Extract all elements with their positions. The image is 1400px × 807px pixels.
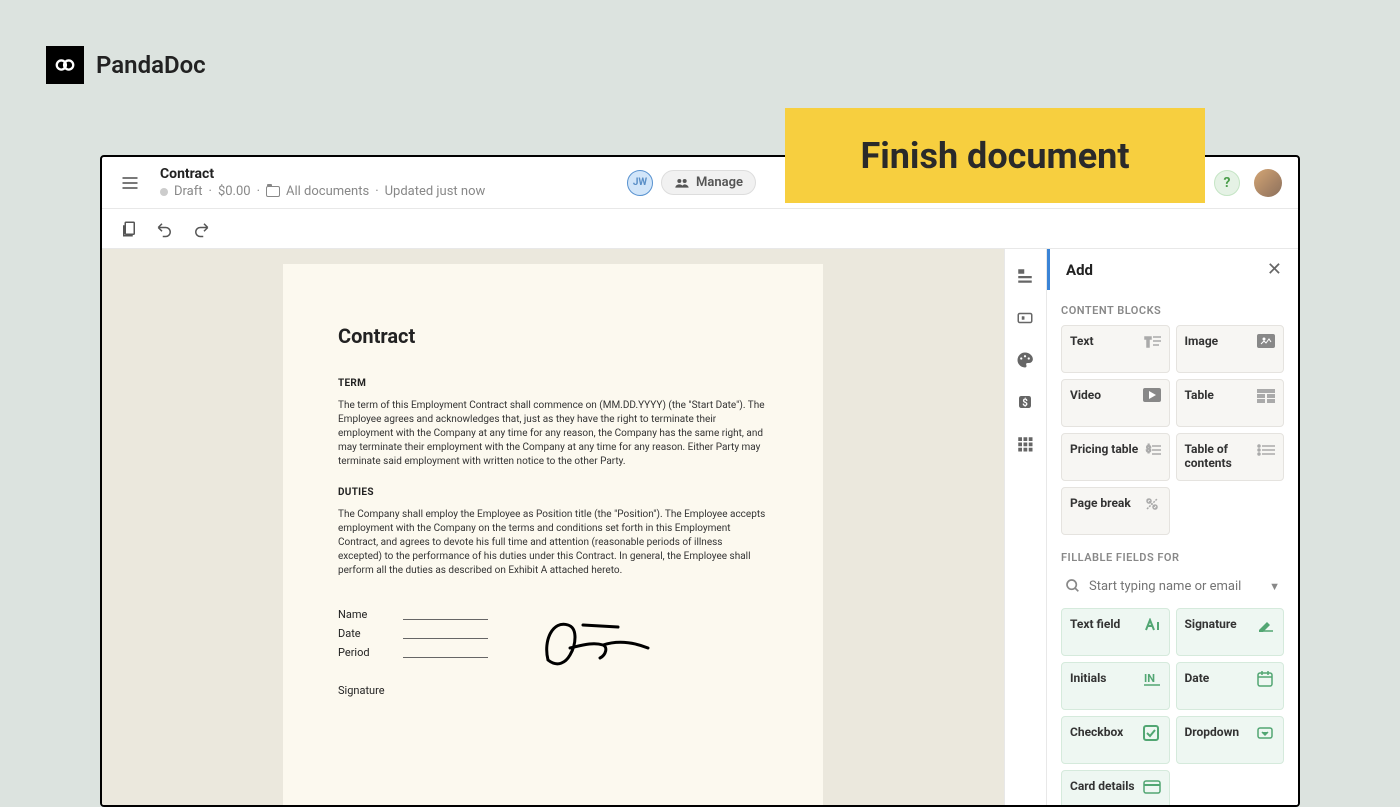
dropdown-icon [1257, 725, 1275, 741]
undo-button[interactable] [154, 218, 176, 240]
close-panel-button[interactable]: ✕ [1267, 259, 1282, 280]
folder-name: All documents [286, 184, 369, 199]
credit-card-icon [1143, 779, 1161, 795]
help-button[interactable]: ? [1214, 170, 1240, 196]
handwritten-signature-icon [528, 600, 668, 680]
redo-button[interactable] [190, 218, 212, 240]
document-amount: $0.00 [218, 184, 251, 199]
page-heading: Contract [338, 324, 768, 348]
field-signature[interactable]: Signature [1176, 608, 1285, 656]
field-dropdown[interactable]: Dropdown [1176, 716, 1285, 764]
recipient-search-input[interactable] [1089, 579, 1261, 594]
panel-header: Add ✕ [1047, 249, 1298, 290]
add-panel: Add ✕ CONTENT BLOCKS Text Image Video [1046, 249, 1298, 805]
brand-name: PandaDoc [96, 51, 206, 79]
page-break-icon [1143, 496, 1161, 510]
logo-mark-icon [46, 46, 84, 84]
signature-area: Name Date Period Signature [338, 608, 768, 697]
folder-icon [266, 186, 280, 197]
field-initials[interactable]: Initials IN [1061, 662, 1170, 710]
variables-tab-icon[interactable] [1016, 309, 1036, 329]
content-tab-icon[interactable] [1016, 267, 1036, 287]
svg-text:$: $ [1146, 444, 1151, 455]
block-pricing-table[interactable]: Pricing table $ [1061, 433, 1170, 481]
field-period-label: Period [338, 646, 403, 659]
block-page-break[interactable]: Page break [1061, 487, 1170, 535]
toc-icon [1257, 442, 1275, 456]
chevron-down-icon[interactable]: ▼ [1269, 580, 1280, 593]
checkbox-icon [1143, 725, 1161, 741]
block-image[interactable]: Image [1176, 325, 1285, 373]
pricing-table-icon: $ [1143, 442, 1161, 456]
section-title: TERM [338, 378, 768, 389]
period-input-line[interactable] [403, 646, 488, 658]
svg-text:$: $ [1022, 398, 1028, 409]
signature-icon [1257, 617, 1275, 633]
side-rail: $ [1004, 249, 1046, 805]
search-icon [1065, 578, 1081, 594]
design-tab-icon[interactable] [1016, 351, 1036, 371]
initials-icon: IN [1143, 671, 1161, 687]
field-text[interactable]: Text field [1061, 608, 1170, 656]
field-date-label: Date [338, 627, 403, 640]
block-text[interactable]: Text [1061, 325, 1170, 373]
text-field-icon [1143, 617, 1161, 633]
document-page: Contract TERM The term of this Employmen… [283, 264, 823, 805]
manage-label: Manage [696, 175, 743, 190]
block-toc[interactable]: Table of contents [1176, 433, 1285, 481]
document-meta: Draft · $0.00 · All documents · Updated … [160, 184, 627, 199]
calendar-icon [1257, 671, 1275, 687]
date-input-line[interactable] [403, 627, 488, 639]
section-body: The Company shall employ the Employee as… [338, 508, 768, 578]
collaborator-avatar[interactable]: JW [627, 170, 653, 196]
image-block-icon [1257, 334, 1275, 348]
pricing-tab-icon[interactable]: $ [1016, 393, 1036, 413]
pages-icon[interactable] [118, 218, 140, 240]
brand-logo: PandaDoc [46, 46, 206, 84]
field-name-label: Name [338, 608, 403, 621]
finish-document-banner: Finish document [785, 108, 1205, 203]
field-checkbox[interactable]: Checkbox [1061, 716, 1170, 764]
fillable-fields-header: FILLABLE FIELDS FOR [1061, 551, 1284, 564]
document-title: Contract [160, 166, 627, 182]
block-table[interactable]: Table [1176, 379, 1285, 427]
manage-button[interactable]: Manage [661, 170, 756, 195]
field-card-details[interactable]: Card details [1061, 770, 1170, 805]
video-block-icon [1143, 388, 1161, 402]
document-canvas[interactable]: Contract TERM The term of this Employmen… [102, 249, 1004, 805]
content-blocks-header: CONTENT BLOCKS [1061, 304, 1284, 317]
updated-time: Updated just now [385, 184, 486, 199]
block-video[interactable]: Video [1061, 379, 1170, 427]
toolbar [102, 209, 1298, 249]
document-info: Contract Draft · $0.00 · All documents ·… [160, 166, 627, 199]
status-indicator-icon [160, 188, 168, 196]
table-block-icon [1257, 388, 1275, 402]
app-window: Contract Draft · $0.00 · All documents ·… [100, 155, 1300, 807]
text-block-icon [1143, 334, 1161, 348]
name-input-line[interactable] [403, 608, 488, 620]
people-icon [674, 177, 690, 189]
panel-title: Add [1066, 261, 1093, 279]
field-signature-label: Signature [338, 684, 518, 697]
field-date[interactable]: Date [1176, 662, 1285, 710]
section-title: DUTIES [338, 487, 768, 498]
svg-text:IN: IN [1144, 672, 1155, 685]
editor-body: Contract TERM The term of this Employmen… [102, 249, 1298, 805]
section-body: The term of this Employment Contract sha… [338, 399, 768, 469]
document-status: Draft [174, 184, 203, 199]
user-avatar[interactable] [1254, 169, 1282, 197]
hamburger-menu-button[interactable] [118, 171, 142, 195]
recipient-search[interactable]: ▼ [1061, 572, 1284, 600]
apps-tab-icon[interactable] [1016, 435, 1036, 455]
